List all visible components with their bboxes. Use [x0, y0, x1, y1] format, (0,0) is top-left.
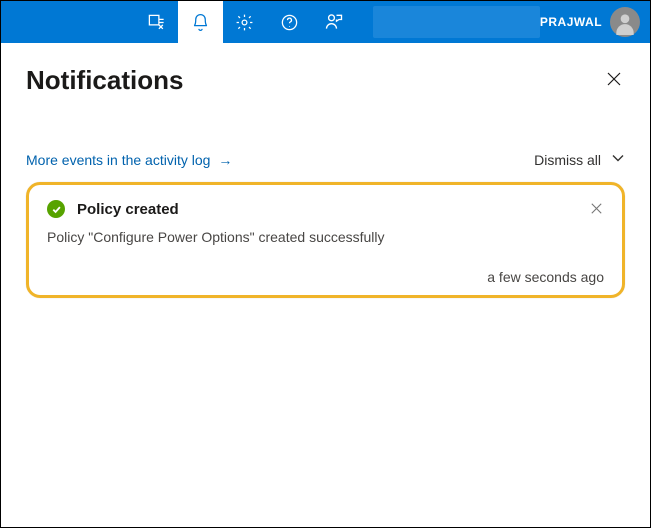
feedback-icon [324, 12, 344, 32]
arrow-right-icon: → [218, 152, 232, 168]
filter-button[interactable] [134, 1, 178, 43]
notification-close-button[interactable] [589, 199, 604, 219]
top-bar: PRAJWAL [1, 1, 650, 43]
dismiss-all-label: Dismiss all [534, 152, 601, 168]
topbar-spacer [1, 1, 134, 43]
chevron-down-icon [611, 151, 625, 168]
activity-log-link[interactable]: More events in the activity log → [26, 152, 232, 168]
dismiss-all-button[interactable]: Dismiss all [534, 151, 625, 168]
notifications-panel: Notifications More events in the activit… [1, 43, 650, 298]
activity-log-label: More events in the activity log [26, 152, 210, 168]
notification-header: Policy created [47, 199, 604, 219]
notification-card: Policy created Policy "Configure Power O… [26, 182, 625, 298]
notifications-button[interactable] [178, 1, 222, 43]
feedback-button[interactable] [312, 1, 356, 43]
page-title: Notifications [26, 65, 183, 96]
help-button[interactable] [267, 1, 311, 43]
notification-title: Policy created [77, 201, 179, 218]
bell-icon [191, 13, 210, 32]
panel-header: Notifications [26, 65, 625, 96]
help-icon [280, 13, 299, 32]
success-check-icon [47, 200, 65, 218]
avatar [610, 7, 640, 37]
panel-actions: More events in the activity log → Dismis… [26, 151, 625, 168]
notification-timestamp: a few seconds ago [47, 269, 604, 285]
filter-icon [147, 13, 166, 32]
user-area[interactable]: PRAJWAL [540, 1, 650, 43]
gear-icon [235, 13, 254, 32]
app-frame: PRAJWAL Notifications More ev [0, 0, 651, 528]
user-name: PRAJWAL [540, 15, 602, 29]
notification-message: Policy "Configure Power Options" created… [47, 229, 604, 245]
close-icon [591, 201, 602, 217]
search-box[interactable] [373, 6, 540, 38]
close-icon [607, 70, 621, 90]
close-panel-button[interactable] [603, 66, 625, 95]
settings-button[interactable] [223, 1, 267, 43]
